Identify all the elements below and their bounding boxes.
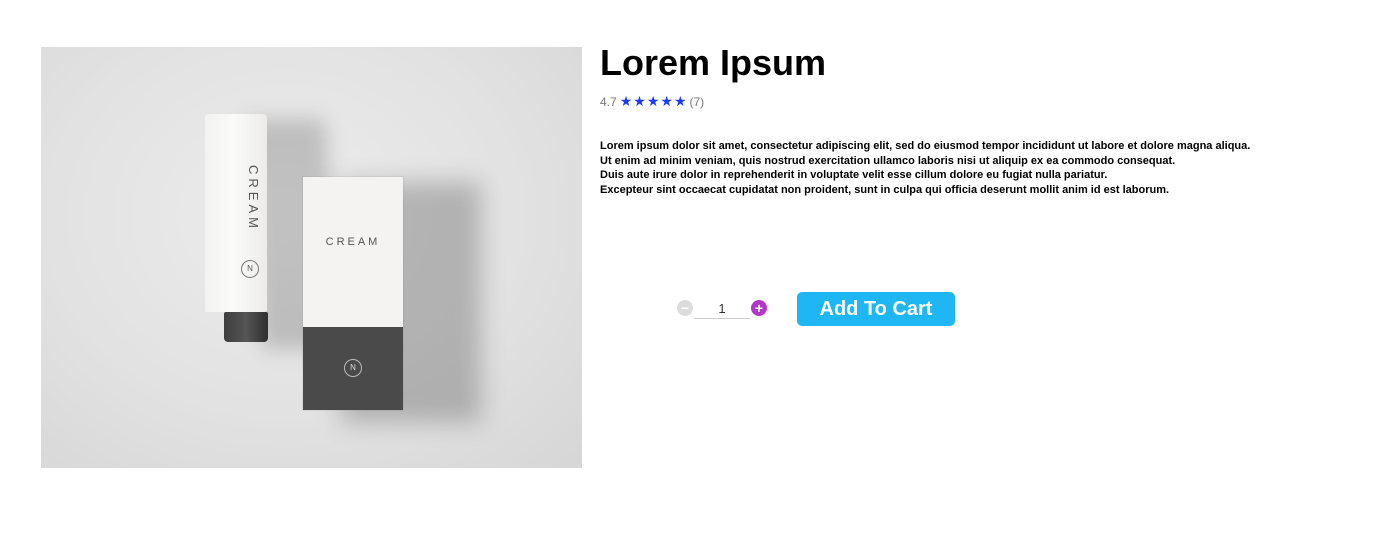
product-rating: 4.7 ★ ★ ★ ★ ★ (7)	[600, 93, 704, 110]
star-icon: ★	[633, 93, 646, 109]
product-description: Lorem ipsum dolor sit amet, consectetur …	[600, 139, 1320, 197]
description-line: Excepteur sint occaecat cupidatat non pr…	[600, 183, 1170, 196]
product-image: CREAM N CREAM N	[41, 47, 582, 468]
decrease-quantity-button[interactable]: −	[677, 300, 693, 316]
description-line: Ut enim ad minim veniam, quis nostrud ex…	[600, 154, 1176, 167]
review-count[interactable]: (7)	[690, 95, 705, 109]
star-icon: ★	[660, 93, 673, 109]
description-line: Duis aute irure dolor in reprehenderit i…	[600, 169, 1108, 181]
box-label: CREAM	[325, 236, 381, 248]
add-to-cart-button[interactable]: Add To Cart	[797, 292, 955, 326]
increase-quantity-button[interactable]: +	[751, 300, 767, 316]
minus-circle-icon: −	[680, 299, 690, 316]
plus-circle-icon: +	[754, 299, 764, 316]
quantity-input[interactable]	[694, 298, 750, 319]
box-logo: N	[344, 359, 362, 377]
star-icon: ★	[619, 93, 633, 109]
tube-label: CREAM	[246, 165, 261, 232]
cream-tube-cap	[224, 312, 268, 342]
product-title: Lorem Ipsum	[600, 42, 827, 83]
description-line: Lorem ipsum dolor sit amet, consectetur …	[600, 140, 1251, 152]
tube-logo: N	[241, 260, 259, 278]
star-icon: ★	[646, 93, 660, 109]
star-icon: ★	[673, 93, 687, 109]
rating-value: 4.7	[600, 94, 617, 109]
